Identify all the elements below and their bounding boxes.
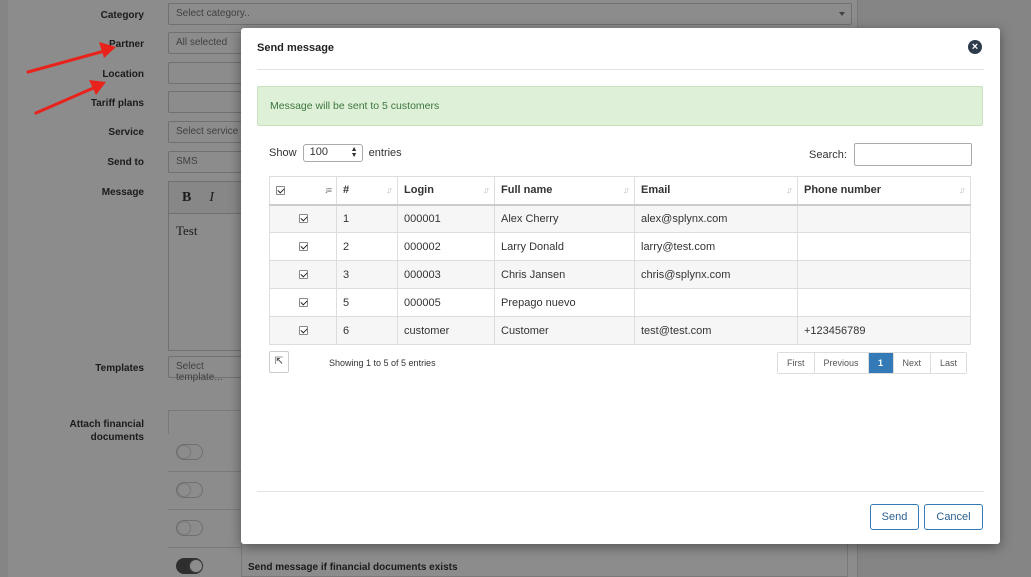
row-checkbox[interactable] — [298, 242, 308, 252]
table-search: Search: — [809, 143, 972, 166]
export-button[interactable]: ⇱ — [269, 351, 289, 373]
row-checkbox[interactable] — [298, 214, 308, 224]
modal-title: Send message — [257, 42, 335, 54]
export-icon: ⇱ — [274, 356, 284, 367]
select-all-checkbox[interactable] — [276, 185, 285, 195]
cell-number: 1 — [336, 204, 398, 233]
select-all-header[interactable]: ↓≡ — [269, 176, 337, 206]
row-select-cell[interactable] — [269, 232, 337, 261]
table-row[interactable]: 2 000002 Larry Donald larry@test.com — [269, 232, 971, 261]
cell-full-name: Chris Jansen — [494, 260, 635, 289]
column-header-email[interactable]: Email ↓↑ — [634, 176, 798, 206]
column-header-phone[interactable]: Phone number ↓↑ — [797, 176, 971, 206]
cell-number: 6 — [336, 316, 398, 345]
send-message-modal: Send message × Message will be sent to 5… — [241, 28, 1000, 544]
sort-asc-icon[interactable]: ↓≡ — [324, 185, 332, 195]
table-header-row: ↓≡ # ↓↑ Login ↓↑ Full name ↓↑ Email ↓↑ Phone… — [269, 176, 971, 206]
table-row[interactable]: 1 000001 Alex Cherry alex@splynx.com — [269, 204, 971, 233]
entries-length-control: Show 100 ▲ ▼ entries — [269, 144, 402, 162]
sort-icon: ↓↑ — [786, 185, 793, 195]
cell-login: 000003 — [397, 260, 495, 289]
cell-email — [634, 288, 798, 317]
send-button[interactable]: Send — [870, 504, 919, 530]
row-checkbox[interactable] — [298, 326, 308, 336]
modal-footer-divider — [257, 491, 984, 492]
entries-select[interactable]: 100 ▲ ▼ — [302, 144, 363, 162]
row-select-cell[interactable] — [269, 204, 337, 233]
cell-full-name: Customer — [494, 316, 635, 345]
column-header-login[interactable]: Login ↓↑ — [397, 176, 495, 206]
pagination-previous[interactable]: Previous — [814, 353, 869, 373]
cell-email: alex@splynx.com — [634, 204, 798, 233]
cell-phone: +123456789 — [797, 316, 971, 345]
pagination-next[interactable]: Next — [893, 353, 932, 373]
table-row[interactable]: 5 000005 Prepago nuevo — [269, 288, 971, 317]
cell-phone — [797, 260, 971, 289]
column-header-number[interactable]: # ↓↑ — [336, 176, 398, 206]
cancel-button[interactable]: Cancel — [924, 504, 983, 530]
table-row[interactable]: 6 customer Customer test@test.com +12345… — [269, 316, 971, 345]
cell-login: customer — [397, 316, 495, 345]
sort-icon: ↓↑ — [623, 185, 630, 195]
modal-header: Send message × — [257, 28, 984, 70]
cell-email: chris@splynx.com — [634, 260, 798, 289]
cell-number: 5 — [336, 288, 398, 317]
row-checkbox[interactable] — [298, 298, 308, 308]
sort-icon: ↓↑ — [959, 185, 966, 195]
pagination-last[interactable]: Last — [931, 353, 967, 373]
pagination: First Previous 1 Next Last — [777, 352, 968, 374]
column-header-full-name[interactable]: Full name ↓↑ — [494, 176, 635, 206]
red-arrow-icon — [34, 80, 106, 115]
cell-email: larry@test.com — [634, 232, 798, 261]
cell-phone — [797, 232, 971, 261]
cell-full-name: Larry Donald — [494, 232, 635, 261]
updown-caret-icon: ▲ ▼ — [350, 146, 358, 159]
table-row[interactable]: 3 000003 Chris Jansen chris@splynx.com — [269, 260, 971, 289]
cell-login: 000001 — [397, 204, 495, 233]
close-icon[interactable]: × — [968, 40, 982, 54]
pagination-first[interactable]: First — [778, 353, 815, 373]
annotation-arrows — [26, 42, 116, 115]
cell-number: 2 — [336, 232, 398, 261]
red-arrow-icon — [26, 42, 116, 74]
recipients-alert: Message will be sent to 5 customers — [257, 86, 983, 126]
show-label: Show — [269, 147, 297, 159]
sort-icon: ↓↑ — [483, 185, 490, 195]
search-input[interactable] — [854, 143, 972, 166]
cell-full-name: Alex Cherry — [494, 204, 635, 233]
entries-value: 100 — [309, 146, 328, 158]
row-select-cell[interactable] — [269, 316, 337, 345]
row-checkbox[interactable] — [298, 270, 308, 280]
customers-table: ↓≡ # ↓↑ Login ↓↑ Full name ↓↑ Email ↓↑ Phone… — [269, 176, 971, 345]
cell-phone — [797, 288, 971, 317]
cell-email: test@test.com — [634, 316, 798, 345]
sort-icon: ↓↑ — [386, 185, 393, 195]
row-select-cell[interactable] — [269, 288, 337, 317]
cell-full-name: Prepago nuevo — [494, 288, 635, 317]
pagination-page-1[interactable]: 1 — [868, 353, 894, 373]
cell-login: 000005 — [397, 288, 495, 317]
row-select-cell[interactable] — [269, 260, 337, 289]
cell-phone — [797, 204, 971, 233]
search-label: Search: — [809, 148, 847, 161]
entries-label: entries — [368, 147, 402, 159]
cell-number: 3 — [336, 260, 398, 289]
cell-login: 000002 — [397, 232, 495, 261]
table-info: Showing 1 to 5 of 5 entries — [329, 358, 436, 368]
